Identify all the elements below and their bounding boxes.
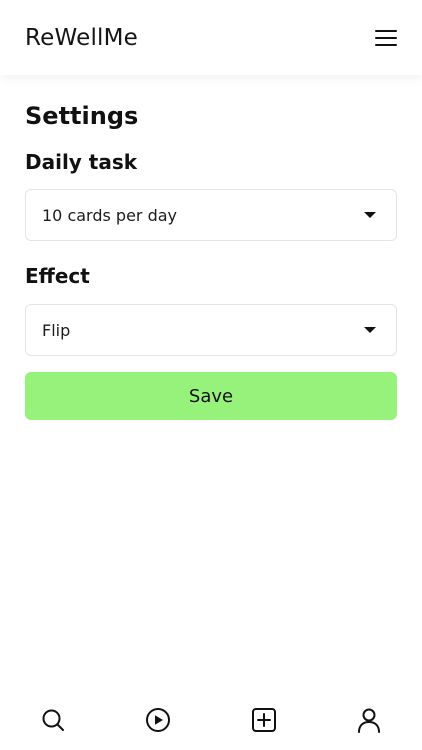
daily-task-label: Daily task	[25, 150, 138, 174]
nav-search[interactable]	[0, 690, 105, 750]
app-root: ReWellMe Settings Daily task 10 cards pe…	[0, 0, 422, 750]
effect-label: Effect	[25, 264, 90, 288]
menu-button[interactable]	[374, 26, 398, 50]
user-icon	[358, 708, 381, 733]
top-header: ReWellMe	[0, 0, 422, 75]
bottom-navigation	[0, 690, 422, 750]
brand-logo-text[interactable]: ReWellMe	[25, 25, 138, 51]
daily-task-select[interactable]: 10 cards per day	[25, 189, 397, 241]
caret-down-icon	[364, 327, 376, 333]
effect-select[interactable]: Flip	[25, 304, 397, 356]
daily-task-selected-value: 10 cards per day	[42, 205, 178, 225]
effect-selected-value: Flip	[42, 320, 71, 340]
hamburger-menu-icon	[375, 29, 397, 46]
nav-play[interactable]	[106, 690, 211, 750]
settings-content: Settings Daily task 10 cards per day Eff…	[0, 75, 422, 420]
caret-down-icon	[364, 212, 376, 218]
save-button[interactable]: Save	[25, 372, 397, 420]
page-title: Settings	[25, 102, 139, 130]
nav-add[interactable]	[211, 690, 316, 750]
search-icon	[42, 709, 64, 731]
nav-profile[interactable]	[317, 690, 422, 750]
play-circle-icon	[146, 708, 171, 732]
add-square-icon	[251, 708, 276, 732]
